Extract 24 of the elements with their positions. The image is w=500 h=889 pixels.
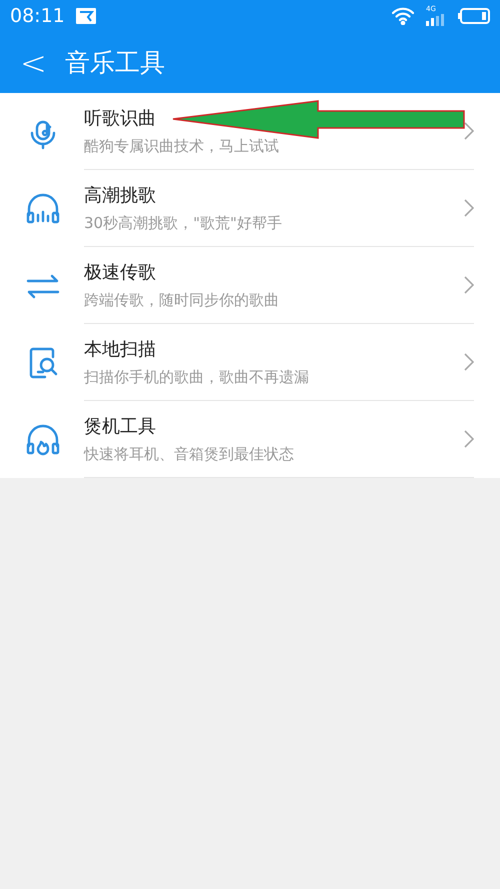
item-title: 听歌识曲 bbox=[84, 106, 156, 131]
tool-list-item[interactable]: 高潮挑歌 30秒高潮挑歌，"歌荒"好帮手 bbox=[84, 170, 474, 247]
chevron-right-icon bbox=[464, 276, 474, 294]
status-time: 08:11 bbox=[10, 4, 65, 29]
item-subtitle: 扫描你手机的歌曲，歌曲不再遗漏 bbox=[84, 366, 309, 388]
item-title: 本地扫描 bbox=[84, 338, 156, 362]
chevron-right-icon bbox=[464, 353, 474, 371]
chevron-right-icon bbox=[464, 199, 474, 217]
item-subtitle: 30秒高潮挑歌，"歌荒"好帮手 bbox=[84, 212, 282, 234]
battery-icon bbox=[458, 8, 490, 24]
tool-list-item[interactable]: 极速传歌 跨端传歌，随时同步你的歌曲 bbox=[84, 247, 474, 324]
item-title: 高潮挑歌 bbox=[84, 184, 156, 208]
item-subtitle: 快速将耳机、音箱煲到最佳状态 bbox=[84, 444, 294, 465]
item-title: 极速传歌 bbox=[84, 260, 156, 285]
tool-list-item[interactable]: 煲机工具 快速将耳机、音箱煲到最佳状态 bbox=[84, 401, 474, 478]
tool-list-item[interactable]: 本地扫描 扫描你手机的歌曲，歌曲不再遗漏 bbox=[84, 324, 474, 401]
picture-notification-icon bbox=[74, 7, 97, 25]
chevron-right-icon bbox=[464, 430, 474, 448]
item-title: 煲机工具 bbox=[84, 414, 156, 439]
item-subtitle: 酷狗专属识曲技术，马上试试 bbox=[84, 136, 279, 157]
page-title: 音乐工具 bbox=[64, 46, 165, 79]
chevron-right-icon bbox=[464, 122, 474, 140]
item-subtitle: 跨端传歌，随时同步你的歌曲 bbox=[84, 290, 279, 311]
wifi-icon bbox=[392, 7, 414, 25]
